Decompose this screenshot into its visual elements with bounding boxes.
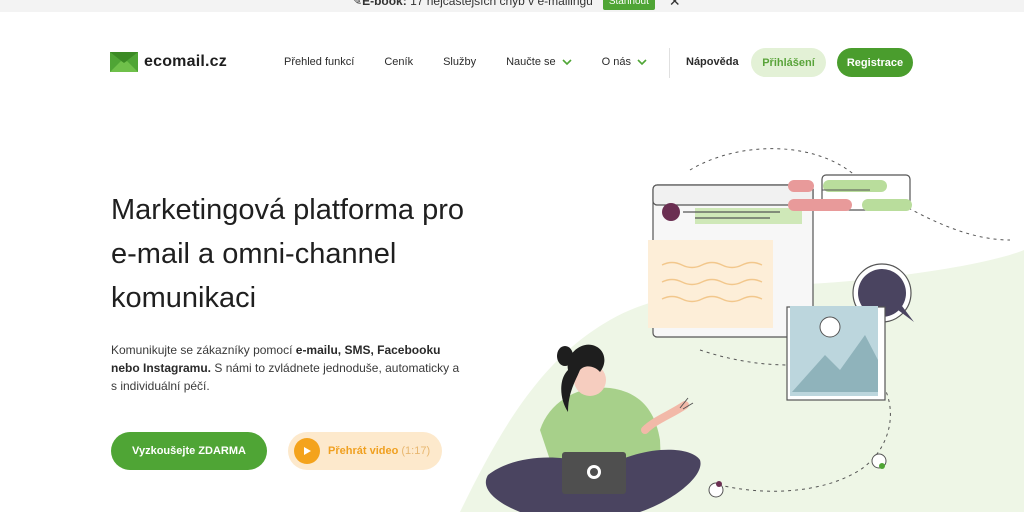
login-button[interactable]: Přihlášení [751,48,826,77]
chevron-down-icon [562,59,572,66]
nav-item-services[interactable]: Služby [443,56,476,68]
register-button[interactable]: Registrace [837,48,913,77]
nav-item-about[interactable]: O nás [602,56,647,68]
logo[interactable]: ecomail.cz [110,52,227,72]
site-header: ecomail.cz Přehled funkcí Ceník Služby N… [0,40,1024,86]
download-ebook-button[interactable]: Stáhnout [602,0,655,10]
envelope-logo-icon [110,52,138,72]
main-nav: Přehled funkcí Ceník Služby Naučte se O … [284,56,677,68]
announcement-bar: ✎E-book: 17 nejčastějších chyb v e-maili… [0,0,1024,12]
play-video-button[interactable]: Přehrát video (1:17) [288,432,442,470]
chevron-down-icon [637,59,647,66]
close-icon[interactable]: ✕ [669,0,681,10]
hero-title: Marketingová platforma pro e-mail a omni… [111,194,464,314]
nav-item-learn[interactable]: Naučte se [506,56,572,68]
play-icon [294,438,320,464]
nav-item-pricing[interactable]: Ceník [384,56,413,68]
announcement-text: ✎E-book: 17 nejčastějších chyb v e-maili… [352,0,593,8]
help-link[interactable]: Nápověda [686,56,739,68]
hero-illustration [460,148,1024,512]
play-video-label: Přehrát video (1:17) [328,445,431,457]
nav-divider [669,48,670,78]
hero-subtitle: Komunikujte se zákazníky pomocí e-mailu,… [111,343,460,393]
try-free-button[interactable]: Vyzkoušejte ZDARMA [111,432,267,470]
logo-text: ecomail.cz [144,53,227,70]
nav-item-features[interactable]: Přehled funkcí [284,56,354,68]
